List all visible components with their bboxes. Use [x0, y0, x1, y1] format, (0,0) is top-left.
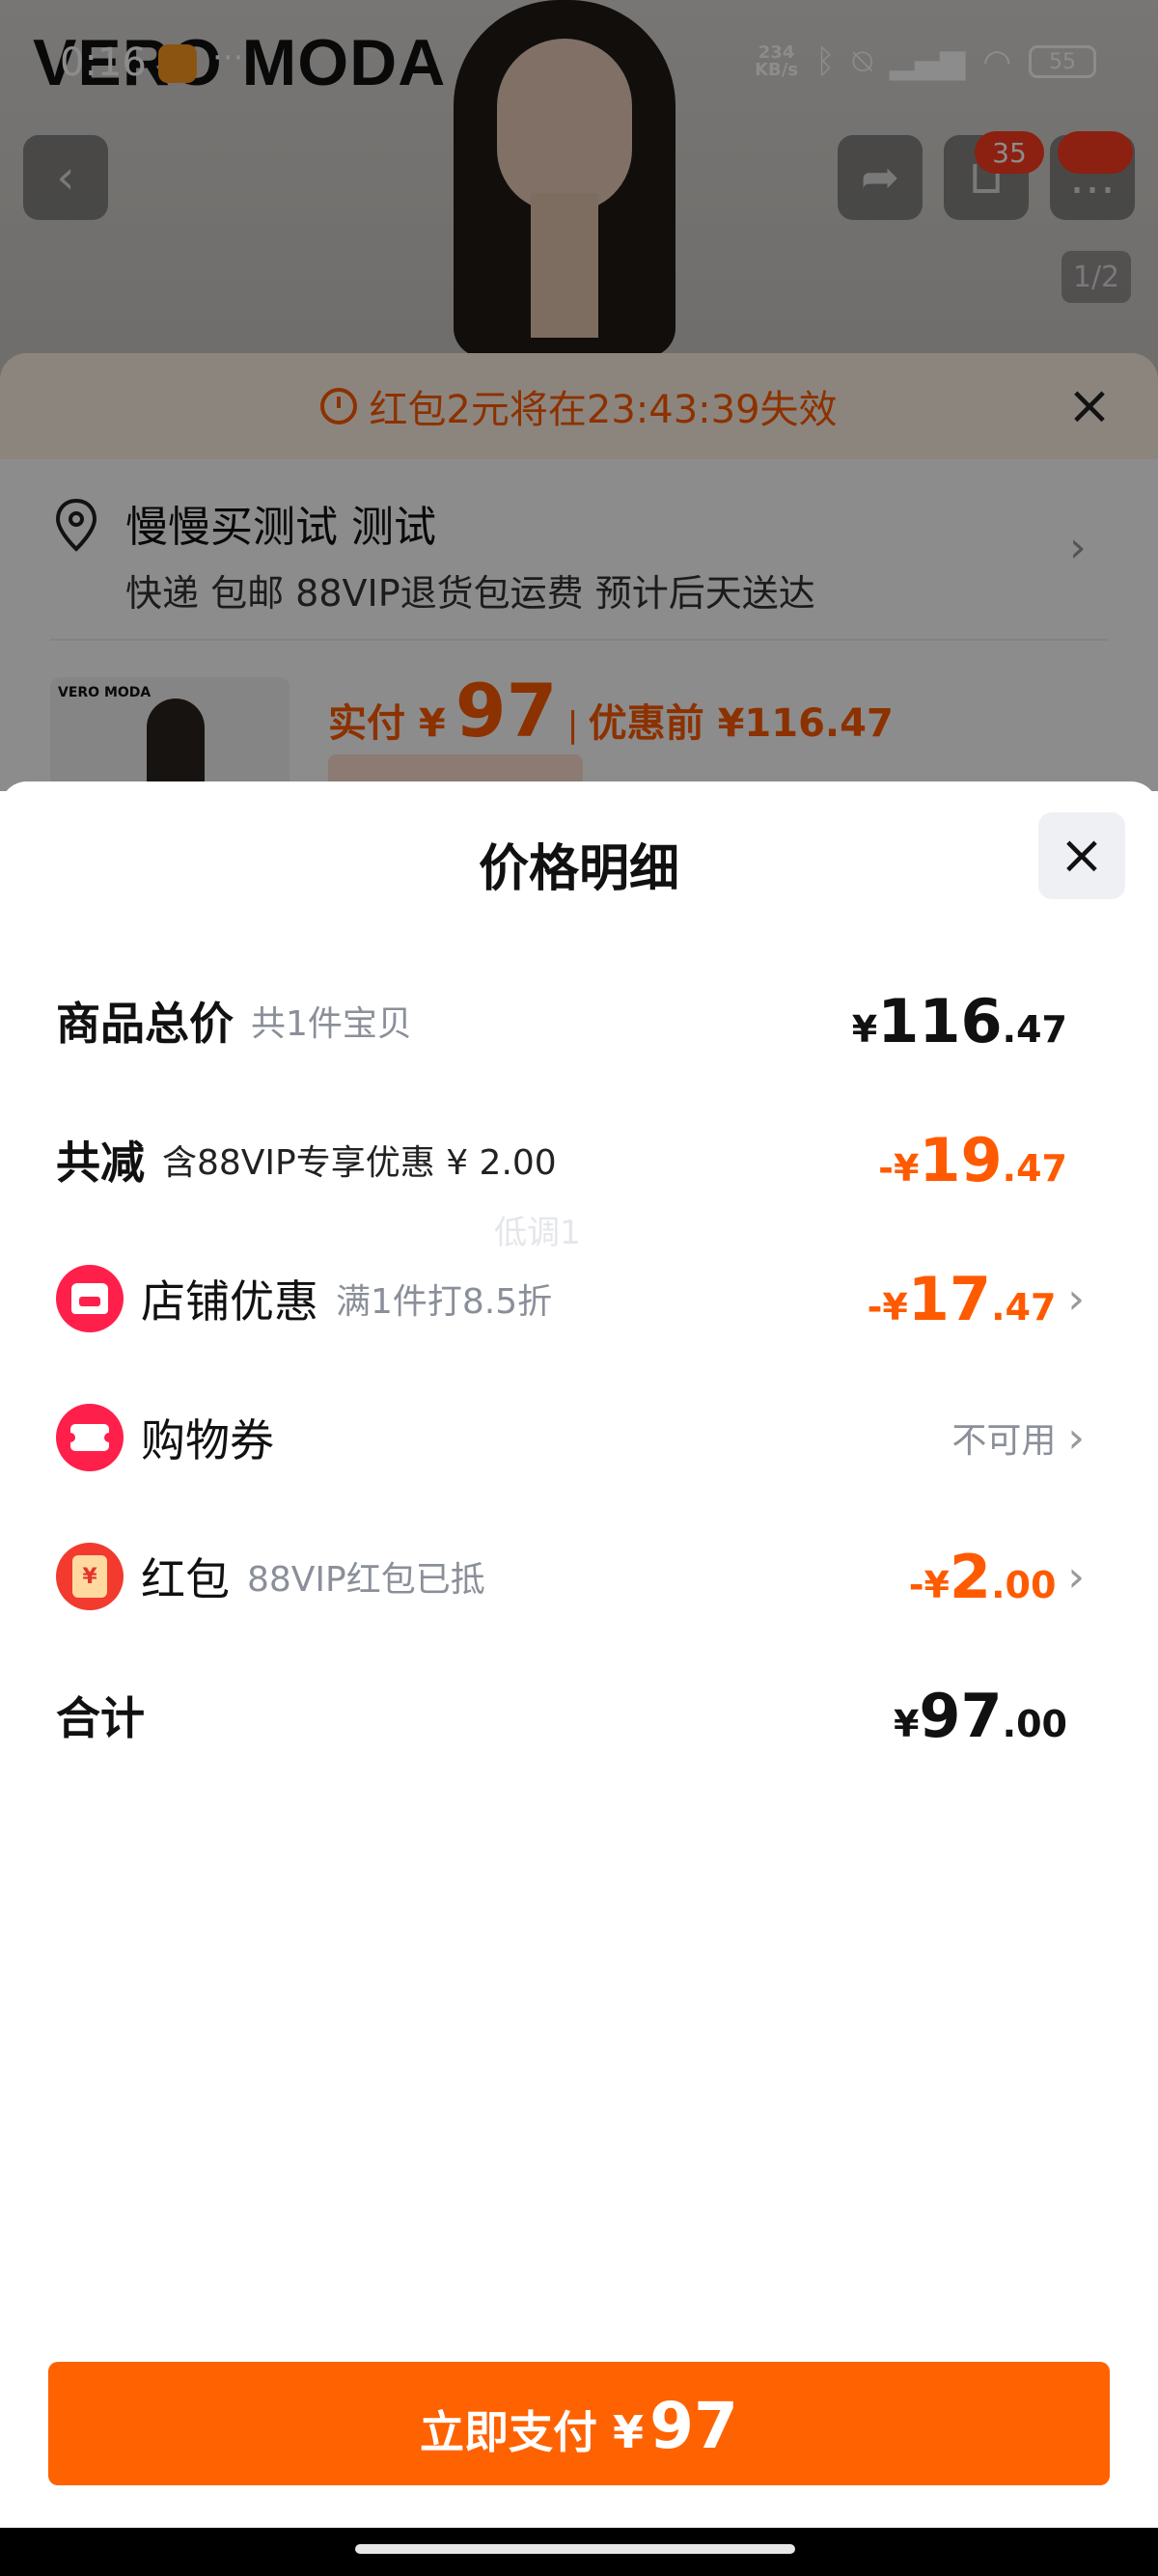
grand-total-amount: ¥ 97 .00 [893, 1680, 1067, 1751]
red-packet-icon: ¥ [56, 1543, 124, 1610]
modal-overlay[interactable] [0, 0, 1158, 791]
checkout-screen: VERO MODA 0:16 ··· 234 KB/s ᛒ ⍉ ▂▄▆ ◠ 55… [0, 0, 1158, 2576]
chevron-right-icon: › [1067, 1551, 1085, 1602]
row-store-discount[interactable]: 店铺优惠 满1件打8.5折 -¥ 17 .47 › [0, 1250, 1158, 1347]
sheet-title: 价格明细 [478, 840, 679, 898]
row-total-discount: 共减 含88VIP专享优惠 ¥ 2.00 -¥ 19 .47 [0, 1111, 1158, 1208]
row-label: 购物券 [141, 1414, 274, 1466]
row-label: 商品总价 [56, 998, 234, 1050]
row-label: 红包 [141, 1553, 230, 1605]
goods-total-amount: ¥ 116 .47 [851, 985, 1067, 1056]
row-label: 合计 [56, 1692, 145, 1744]
row-grand-total: 合计 ¥ 97 .00 [0, 1667, 1158, 1764]
row-sub: 满1件打8.5折 [336, 1282, 553, 1322]
price-detail-sheet: 价格明细 × 低调1 商品总价 共1件宝贝 ¥ 116 .47 共减 含88VI… [0, 781, 1158, 2528]
row-red-packet[interactable]: ¥ 红包 88VIP红包已抵 -¥ 2 .00 › [0, 1528, 1158, 1625]
row-goods-total: 商品总价 共1件宝贝 ¥ 116 .47 [0, 973, 1158, 1069]
row-sub: 含88VIP专享优惠 ¥ 2.00 [162, 1143, 557, 1183]
close-icon: × [1059, 824, 1105, 887]
row-sub: 共1件宝贝 [251, 1004, 412, 1044]
close-button[interactable]: × [1038, 812, 1125, 899]
pay-button-label: 立即支付 ¥ [420, 2406, 645, 2458]
home-indicator[interactable] [355, 2544, 795, 2554]
watermark: 低调1 [494, 1214, 581, 1252]
pay-now-button[interactable]: 立即支付 ¥ 97 [48, 2362, 1110, 2485]
pay-button-amount: 97 [649, 2389, 738, 2463]
total-discount-amount: -¥ 19 .47 [878, 1124, 1067, 1195]
row-sub: 88VIP红包已抵 [247, 1560, 485, 1600]
coupon-icon [56, 1404, 124, 1471]
chevron-right-icon: › [1067, 1412, 1085, 1463]
coupon-status: 不可用 [951, 1421, 1057, 1461]
chevron-right-icon: › [1067, 1274, 1085, 1324]
store-discount-amount: -¥ 17 .47 [867, 1263, 1057, 1334]
store-icon [56, 1265, 124, 1332]
row-label: 共减 [56, 1137, 145, 1189]
row-label: 店铺优惠 [141, 1275, 318, 1328]
row-shopping-coupon[interactable]: 购物券 不可用 › [0, 1389, 1158, 1486]
red-packet-amount: -¥ 2 .00 [908, 1541, 1057, 1612]
